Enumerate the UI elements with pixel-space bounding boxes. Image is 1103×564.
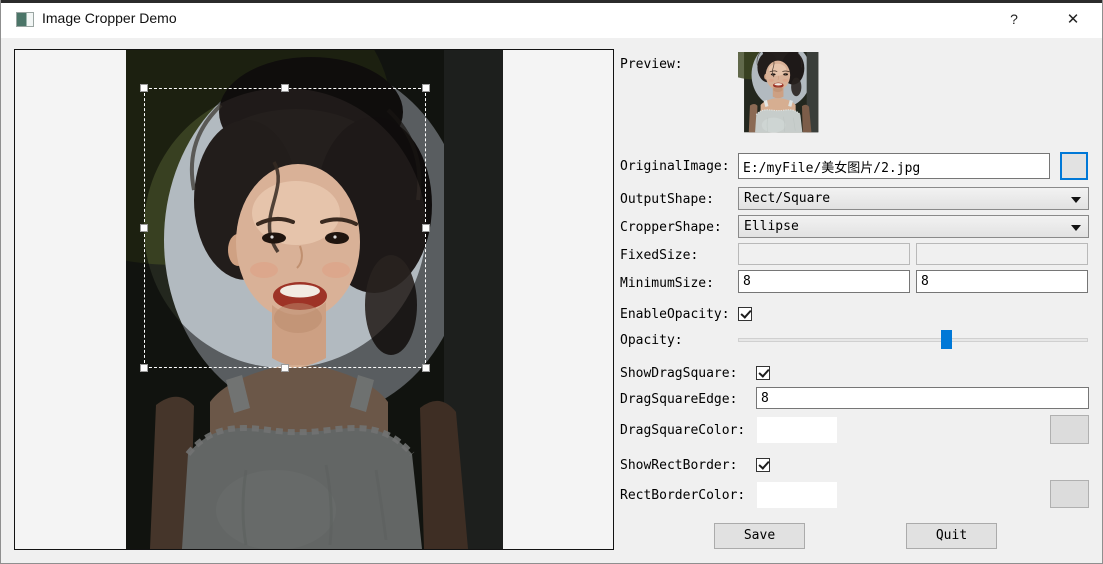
rect-border-color-label: RectBorderColor: xyxy=(620,488,745,503)
drag-square-edge-input[interactable] xyxy=(756,387,1089,409)
crop-selection-rect[interactable] xyxy=(144,88,426,368)
fixed-width-input[interactable] xyxy=(738,243,910,265)
rect-border-color-swatch xyxy=(757,482,837,508)
save-button[interactable]: Save xyxy=(714,523,805,549)
original-image-label: OriginalImage: xyxy=(620,159,730,174)
opacity-slider[interactable] xyxy=(738,328,1088,350)
drag-square-edge-label: DragSquareEdge: xyxy=(620,392,737,407)
show-drag-square-checkbox[interactable] xyxy=(756,366,770,380)
crop-handle-middle-right[interactable] xyxy=(422,224,430,232)
show-drag-square-label: ShowDragSquare: xyxy=(620,366,737,381)
opacity-label: Opacity: xyxy=(620,333,683,348)
output-shape-value: Rect/Square xyxy=(744,191,830,206)
app-icon xyxy=(16,12,34,27)
image-canvas xyxy=(14,49,614,550)
chevron-down-icon xyxy=(1071,197,1081,203)
cropper-shape-value: Ellipse xyxy=(744,219,799,234)
crop-handle-middle-left[interactable] xyxy=(140,224,148,232)
minimum-size-label: MinimumSize: xyxy=(620,276,714,291)
show-rect-border-checkbox[interactable] xyxy=(756,458,770,472)
cropper-shape-label: CropperShape: xyxy=(620,220,722,235)
close-icon[interactable]: ✕ xyxy=(1056,3,1090,35)
opacity-slider-track[interactable] xyxy=(738,338,1088,342)
drag-square-color-swatch xyxy=(757,417,837,443)
browse-button[interactable] xyxy=(1060,152,1088,180)
opacity-slider-handle[interactable] xyxy=(941,330,952,349)
enable-opacity-label: EnableOpacity: xyxy=(620,307,730,322)
quit-button[interactable]: Quit xyxy=(906,523,997,549)
show-rect-border-label: ShowRectBorder: xyxy=(620,458,737,473)
output-shape-select[interactable]: Rect/Square xyxy=(738,187,1089,210)
title-bar: Image Cropper Demo ? ✕ xyxy=(0,0,1103,38)
crop-handle-top-right[interactable] xyxy=(422,84,430,92)
window-title: Image Cropper Demo xyxy=(42,10,177,26)
crop-handle-bottom-right[interactable] xyxy=(422,364,430,372)
original-image-input[interactable] xyxy=(738,153,1050,179)
drag-square-color-button[interactable] xyxy=(1050,415,1089,444)
minimum-height-input[interactable] xyxy=(916,270,1088,293)
preview-label: Preview: xyxy=(620,57,683,72)
window-border-left xyxy=(0,0,1,564)
help-button[interactable]: ? xyxy=(997,3,1031,35)
app-window: Image Cropper Demo ? ✕ Preview: xyxy=(0,0,1103,564)
fixed-height-input[interactable] xyxy=(916,243,1088,265)
preview-thumbnail xyxy=(738,52,837,145)
enable-opacity-checkbox[interactable] xyxy=(738,307,752,321)
crop-handle-bottom-left[interactable] xyxy=(140,364,148,372)
chevron-down-icon xyxy=(1071,225,1081,231)
minimum-width-input[interactable] xyxy=(738,270,910,293)
rect-border-color-button[interactable] xyxy=(1050,480,1089,508)
drag-square-color-label: DragSquareColor: xyxy=(620,423,745,438)
crop-handle-top-middle[interactable] xyxy=(281,84,289,92)
cropper-shape-select[interactable]: Ellipse xyxy=(738,215,1089,238)
output-shape-label: OutputShape: xyxy=(620,192,714,207)
crop-handle-top-left[interactable] xyxy=(140,84,148,92)
window-border-top xyxy=(0,0,1103,3)
crop-handle-bottom-middle[interactable] xyxy=(281,364,289,372)
source-photo xyxy=(126,50,503,549)
fixed-size-label: FixedSize: xyxy=(620,248,698,263)
